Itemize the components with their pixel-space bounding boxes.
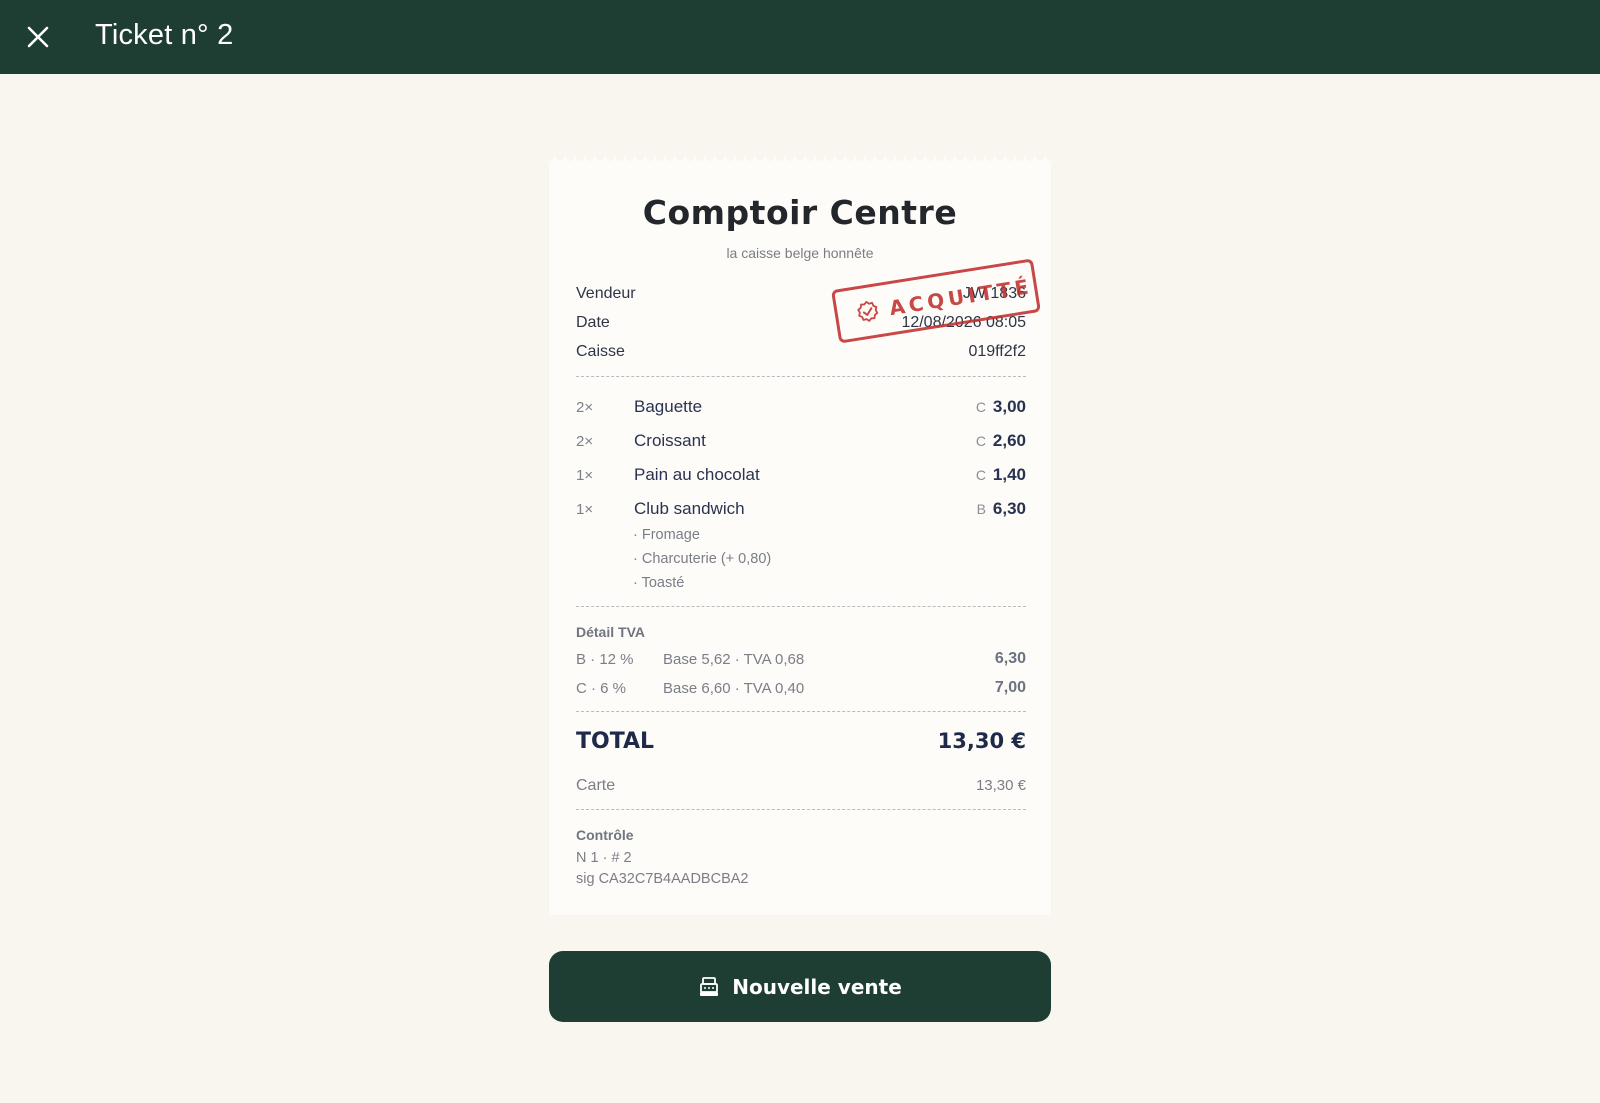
receipt: Comptoir Centre la caisse belge honnête … (549, 157, 1051, 915)
item-qty: 1× (576, 501, 594, 518)
new-sale-label: Nouvelle vente (732, 974, 902, 999)
meta-row-register: Caisse 019ff2f2 (576, 343, 1026, 361)
item-price: 3,00 (992, 397, 1026, 416)
line-item: 2× Croissant C 2,60 (576, 431, 1026, 455)
control-counter: N 1 · # 2 (576, 850, 632, 866)
line-item: 2× Baguette C 3,00 (576, 397, 1026, 421)
divider (576, 376, 1026, 377)
vat-row: B · 12 % Base 5,62 · TVA 0,68 6,30 (576, 650, 1026, 673)
payment-row: Carte 13,30 € (576, 777, 1026, 795)
divider (576, 606, 1026, 607)
meta-label: Caisse (576, 343, 625, 360)
close-button[interactable] (22, 21, 54, 53)
check-badge-icon (857, 301, 879, 322)
payment-amount: 13,30 € (975, 777, 1026, 794)
item-price: 1,40 (992, 465, 1026, 484)
new-sale-button[interactable]: Nouvelle vente (549, 951, 1051, 1022)
item-qty: 1× (576, 467, 594, 484)
item-name: Club sandwich (634, 499, 745, 518)
item-name: Baguette (634, 397, 703, 416)
vat-amount: 6,30 (994, 650, 1026, 667)
close-icon (27, 26, 49, 48)
payment-method: Carte (576, 777, 616, 794)
meta-label: Vendeur (576, 285, 636, 302)
line-item: 1× Club sandwich B 6,30 (576, 499, 1026, 523)
item-vat-code: B (976, 501, 986, 517)
cash-register-icon (700, 976, 719, 996)
item-vat-code: C (975, 399, 986, 415)
store-name: Comptoir Centre (642, 193, 958, 232)
item-option: · Fromage (633, 527, 700, 543)
item-price: 6,30 (992, 499, 1026, 518)
vat-rate: B · 12 % (576, 651, 634, 668)
item-qty: 2× (576, 399, 594, 416)
divider (576, 711, 1026, 712)
item-qty: 2× (576, 433, 594, 450)
stamp-text: ACQUITTÉ (887, 273, 1034, 321)
meta-value: 019ff2f2 (968, 343, 1026, 360)
total-label: TOTAL (576, 729, 655, 754)
vat-detail: Base 6,60 · TVA 0,40 (663, 680, 805, 697)
control-section-label: Contrôle (576, 827, 634, 843)
page-title: Ticket n° 2 (95, 19, 234, 51)
control-signature: sig CA32C7B4AADBCBA2 (576, 871, 749, 887)
vat-row: C · 6 % Base 6,60 · TVA 0,40 7,00 (576, 679, 1026, 702)
store-tagline: la caisse belge honnête (726, 245, 874, 261)
item-option: · Charcuterie (+ 0,80) (633, 551, 772, 567)
vat-section-label: Détail TVA (576, 624, 645, 640)
vat-amount: 7,00 (994, 679, 1026, 696)
line-item: 1× Pain au chocolat C 1,40 (576, 465, 1026, 489)
divider (576, 809, 1026, 810)
meta-label: Date (576, 314, 610, 331)
item-vat-code: C (975, 467, 986, 483)
item-price: 2,60 (992, 431, 1026, 450)
item-vat-code: C (975, 433, 986, 449)
item-name: Pain au chocolat (634, 465, 760, 484)
item-name: Croissant (634, 431, 706, 450)
item-option: · Toasté (633, 575, 685, 591)
top-bar: Ticket n° 2 (0, 0, 1600, 74)
total-row: TOTAL 13,30 € (576, 729, 1026, 759)
vat-rate: C · 6 % (576, 680, 627, 697)
total-value: 13,30 € (937, 729, 1026, 753)
vat-detail: Base 5,62 · TVA 0,68 (663, 651, 805, 668)
